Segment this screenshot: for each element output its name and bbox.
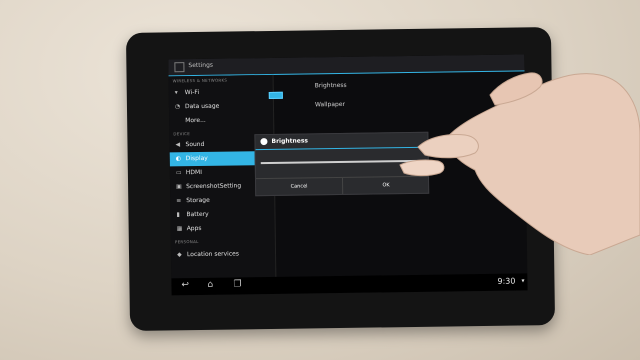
system-nav-bar: ↩ ⌂ ❐ 9:30 ▾: [171, 273, 528, 296]
storage-icon: ≡: [176, 197, 182, 205]
wallpaper-row[interactable]: Wallpaper: [315, 101, 345, 108]
wifi-icon: ▾: [174, 89, 178, 97]
hand: [399, 72, 640, 255]
sidebar-item-battery[interactable]: ▮ Battery: [170, 207, 274, 222]
wifi-status-icon: ▾: [521, 277, 525, 285]
recent-apps-icon[interactable]: ❐: [233, 279, 241, 289]
section-header-device: DEVICE: [173, 131, 191, 137]
screenshot-icon: ▣: [176, 183, 182, 191]
action-bar-title: Settings: [188, 61, 214, 70]
display-icon: ◐: [175, 155, 182, 163]
sidebar-item-wifi[interactable]: ▾ Wi-Fi: [169, 85, 273, 100]
brightness-row[interactable]: Brightness: [315, 82, 347, 89]
sidebar-item-apps[interactable]: ▦ Apps: [171, 221, 275, 236]
dialog-title: Brightness: [271, 137, 309, 145]
status-time: 9:30: [497, 276, 516, 286]
section-header-wireless: WIRELESS & NETWORKS: [172, 77, 228, 84]
location-icon: ◆: [176, 251, 182, 259]
home-icon[interactable]: ⌂: [207, 280, 213, 290]
hdmi-icon: ▭: [175, 169, 182, 177]
sound-icon: ◀: [175, 141, 181, 149]
sidebar-item-location-services[interactable]: ◆ Location services: [171, 247, 275, 262]
sidebar-item-more[interactable]: More...: [169, 113, 273, 128]
section-header-personal: PERSONAL: [174, 238, 199, 245]
back-icon[interactable]: ↩: [181, 280, 189, 290]
brightness-icon: [260, 138, 268, 146]
cancel-button[interactable]: Cancel: [256, 178, 342, 195]
sidebar-item-data-usage[interactable]: ◔ Data usage: [169, 99, 273, 114]
apps-icon: ▦: [176, 225, 183, 233]
settings-app-icon[interactable]: [174, 62, 185, 73]
battery-icon: ▮: [176, 211, 180, 219]
data-icon: ◔: [174, 103, 181, 111]
